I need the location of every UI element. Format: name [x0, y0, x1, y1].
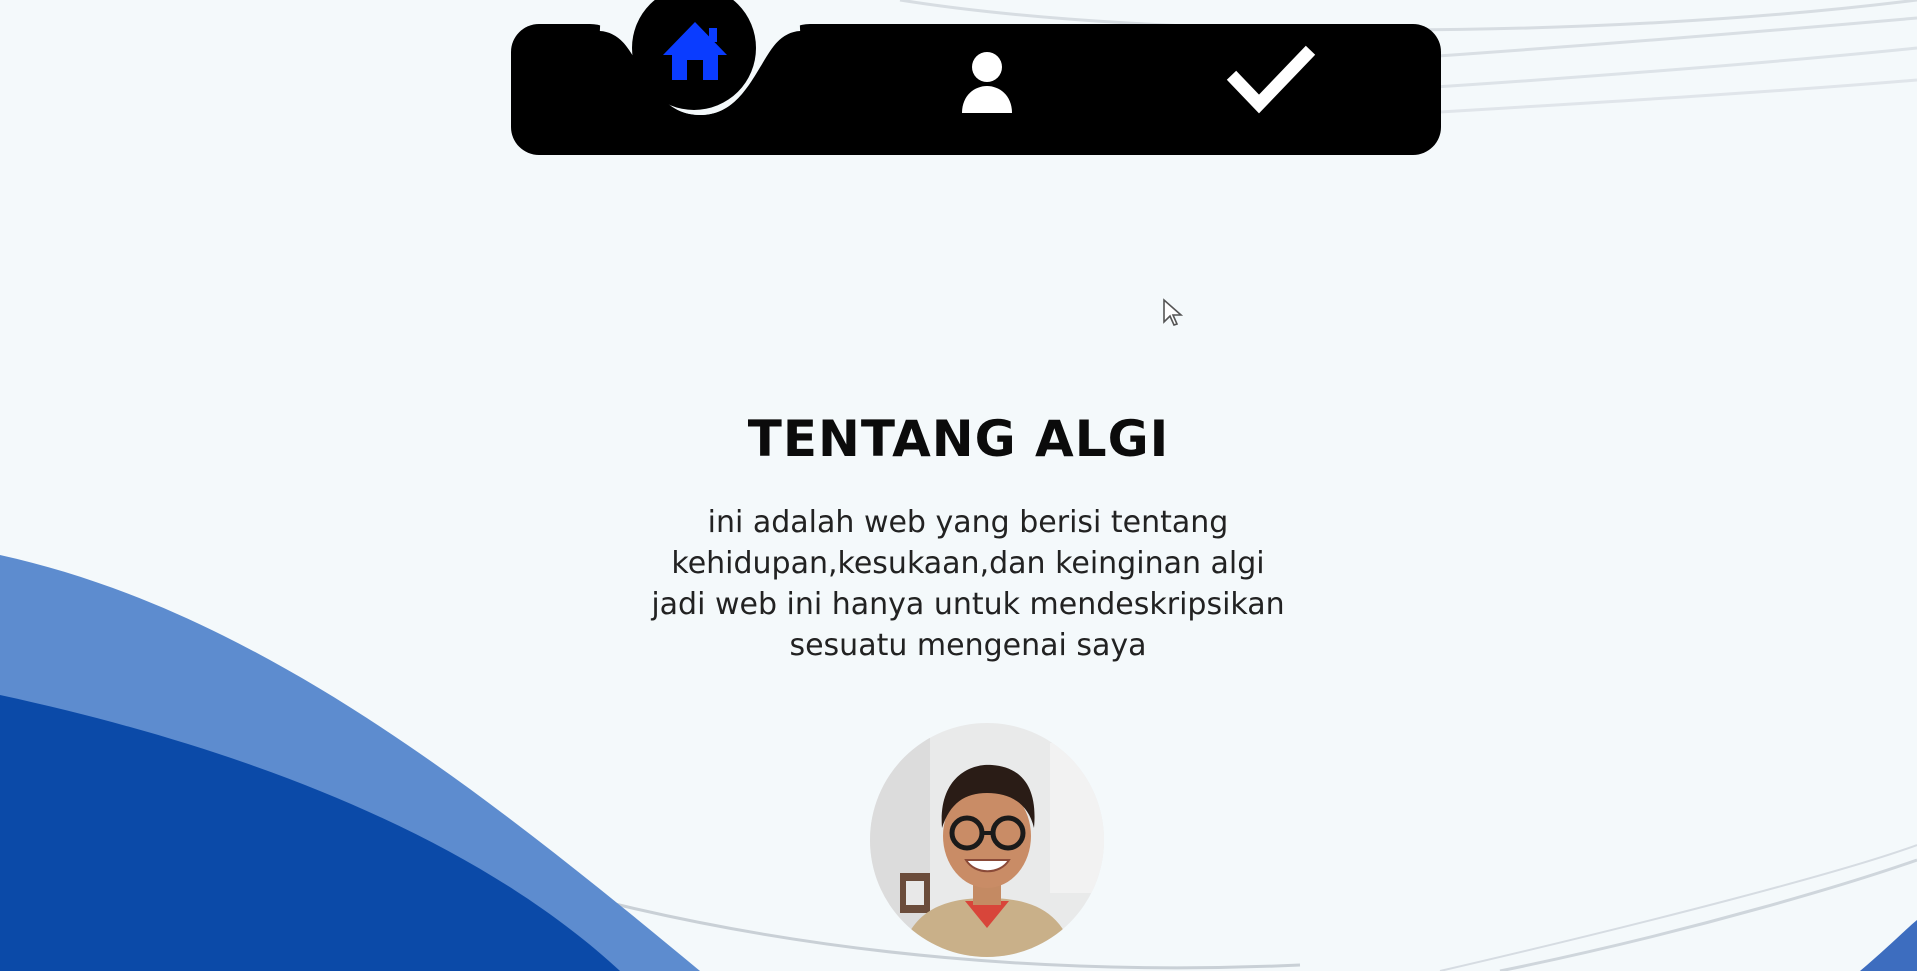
page-title: TENTANG ALGI [747, 410, 1170, 468]
about-section: TENTANG ALGI ini adalah web yang berisi … [0, 0, 1917, 971]
avatar [870, 723, 1104, 957]
description-line: jadi web ini hanya untuk mendeskripsikan [651, 587, 1285, 622]
description-line: ini adalah web yang berisi tentang [707, 505, 1229, 540]
about-description: ini adalah web yang berisi tentang kehid… [608, 502, 1328, 666]
mouse-cursor-icon [1163, 298, 1184, 326]
description-line: sesuatu mengenai saya [789, 628, 1147, 663]
description-line: kehidupan,kesukaan,dan keinginan algi [671, 546, 1265, 581]
